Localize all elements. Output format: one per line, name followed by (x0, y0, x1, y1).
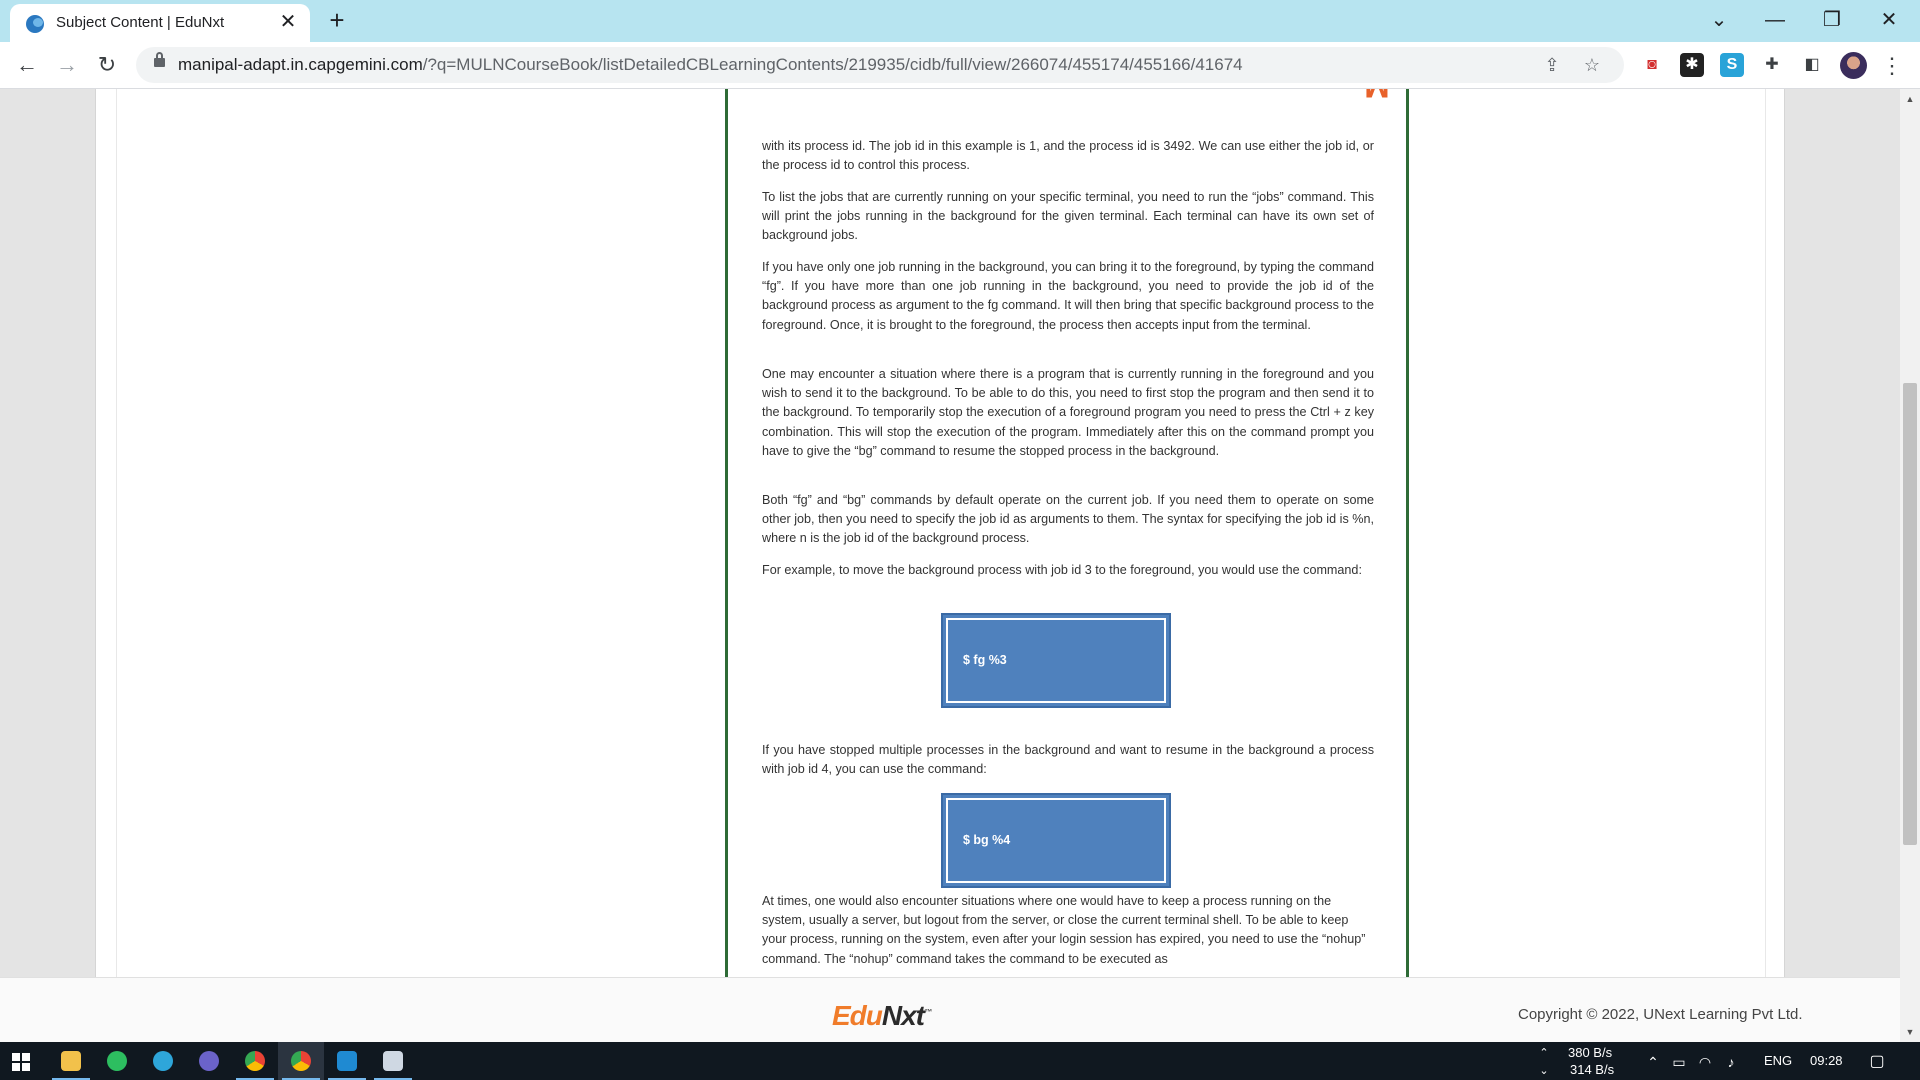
url-path: /?q=MULNCourseBook/listDetailedCBLearnin… (422, 55, 1243, 74)
new-tab-button[interactable]: + (323, 7, 351, 35)
page-scrollbar[interactable]: ▲ ▼ (1900, 89, 1920, 1042)
command-bg-text: $ bg %4 (963, 833, 1011, 847)
content-inner-panel: ꟽ with its process id. The job id in thi… (116, 89, 1766, 977)
command-fg-text: $ fg %3 (963, 653, 1007, 667)
chrome-profile-taskbar-icon[interactable] (278, 1042, 324, 1080)
url-text[interactable]: manipal-adapt.in.capgemini.com/?q=MULNCo… (178, 55, 1243, 75)
paragraph-7: If you have stopped multiple processes i… (762, 743, 1374, 777)
minimize-button[interactable]: — (1752, 4, 1798, 36)
telegram-taskbar-icon[interactable] (140, 1042, 186, 1080)
scroll-up-arrow-icon[interactable]: ▲ (1900, 89, 1920, 109)
network-download-speed: 314 B/s (1570, 1062, 1615, 1077)
logo-nxt: Nxt (881, 1000, 925, 1031)
share-icon[interactable]: ⇪ (1540, 53, 1564, 77)
photos-taskbar-icon[interactable] (370, 1042, 416, 1080)
wifi-icon[interactable]: ◠ (1696, 1053, 1714, 1071)
tab-close-icon[interactable]: ✕ (276, 10, 300, 34)
vscode-taskbar-icon[interactable] (324, 1042, 370, 1080)
edunxt-logo: EduNxt™ (832, 1000, 932, 1032)
url-host: manipal-adapt.in.capgemini.com (178, 55, 423, 74)
clock-time[interactable]: 09:28 (1810, 1053, 1843, 1068)
show-hidden-icons-icon[interactable]: ⌃ (1644, 1053, 1662, 1071)
paragraph-8: At times, one would also encounter situa… (762, 894, 1366, 966)
browser-menu-icon[interactable]: ⋮ (1880, 52, 1904, 80)
document-page: ꟽ with its process id. The job id in thi… (725, 89, 1409, 977)
command-box-fg: $ fg %3 (941, 613, 1171, 708)
chrome-icon (245, 1051, 265, 1071)
edunxt-favicon-icon (26, 15, 44, 33)
close-window-button[interactable]: ✕ (1866, 4, 1912, 36)
windows-taskbar: ⌃ ⌄ 380 B/s 314 B/s ⌃ ▭ ◠ ♪ ENG 09:28 ▢ (0, 1042, 1920, 1080)
evernote-taskbar-icon[interactable] (94, 1042, 140, 1080)
extension-icon[interactable]: ✱ (1680, 53, 1704, 77)
copyright-text: Copyright © 2022, UNext Learning Pvt Ltd… (1518, 1006, 1803, 1023)
back-button[interactable]: ← (12, 50, 42, 80)
tab-title: Subject Content | EduNxt (56, 14, 225, 31)
paragraph-6: For example, to move the background proc… (762, 563, 1362, 577)
volume-icon[interactable]: ♪ (1722, 1053, 1740, 1071)
paragraph-5: Both “fg” and “bg” commands by default o… (762, 493, 1374, 546)
logo-edu: Edu (832, 1000, 883, 1031)
paragraph-4: One may encounter a situation where ther… (762, 367, 1374, 458)
lock-icon[interactable] (154, 52, 165, 67)
paragraph-3: If you have only one job running in the … (762, 260, 1374, 332)
scroll-down-arrow-icon[interactable]: ▼ (1900, 1022, 1920, 1042)
chrome-taskbar-icon[interactable] (232, 1042, 278, 1080)
command-box-bg: $ bg %4 (941, 793, 1171, 888)
app-icon (199, 1051, 219, 1071)
logo-tm: ™ (924, 1007, 932, 1017)
evernote-icon (107, 1051, 127, 1071)
vscode-icon (337, 1051, 357, 1071)
tab-search-icon[interactable]: ⌄ (1696, 4, 1742, 36)
address-bar[interactable]: manipal-adapt.in.capgemini.com/?q=MULNCo… (136, 47, 1624, 83)
profile-avatar[interactable] (1840, 52, 1867, 79)
s-extension-icon[interactable]: S (1720, 53, 1744, 77)
upload-arrow-icon: ⌃ (1539, 1047, 1549, 1059)
paragraph-1: with its process id. The job id in this … (762, 139, 1374, 173)
photos-icon (383, 1051, 403, 1071)
forward-button[interactable]: → (52, 50, 82, 80)
page-viewport: ꟽ with its process id. The job id in thi… (0, 89, 1900, 977)
language-indicator[interactable]: ENG (1764, 1053, 1792, 1068)
browser-tab-strip: Subject Content | EduNxt ✕ + ⌄ — ❐ ✕ (0, 0, 1920, 42)
restore-button[interactable]: ❐ (1809, 4, 1855, 36)
app-taskbar-icon[interactable] (186, 1042, 232, 1080)
tab-subject-content[interactable]: Subject Content | EduNxt ✕ (10, 4, 310, 42)
folder-icon (61, 1051, 81, 1071)
telegram-icon (153, 1051, 173, 1071)
download-arrow-icon: ⌄ (1539, 1065, 1549, 1077)
side-panel-icon[interactable]: ◧ (1800, 53, 1824, 77)
content-panel: ꟽ with its process id. The job id in thi… (95, 89, 1785, 977)
bookmark-star-icon[interactable]: ☆ (1580, 53, 1604, 77)
notifications-icon[interactable]: ▢ (1868, 1053, 1886, 1071)
page-footer: EduNxt™ Copyright © 2022, UNext Learning… (0, 977, 1900, 1042)
paragraph-2: To list the jobs that are currently runn… (762, 190, 1374, 243)
document-logo: ꟽ (1364, 89, 1406, 103)
file-explorer-taskbar-icon[interactable] (48, 1042, 94, 1080)
pocket-extension-icon[interactable]: ◙ (1640, 53, 1664, 77)
network-upload-speed: 380 B/s (1568, 1045, 1613, 1060)
scroll-thumb[interactable] (1903, 383, 1917, 845)
reload-button[interactable]: ↻ (92, 50, 122, 80)
chrome-icon (291, 1051, 311, 1071)
battery-icon[interactable]: ▭ (1670, 1053, 1688, 1071)
windows-start-icon[interactable] (12, 1053, 30, 1071)
extensions-puzzle-icon[interactable]: ✚ (1760, 53, 1784, 77)
browser-toolbar: ← → ↻ manipal-adapt.in.capgemini.com/?q=… (0, 42, 1920, 89)
